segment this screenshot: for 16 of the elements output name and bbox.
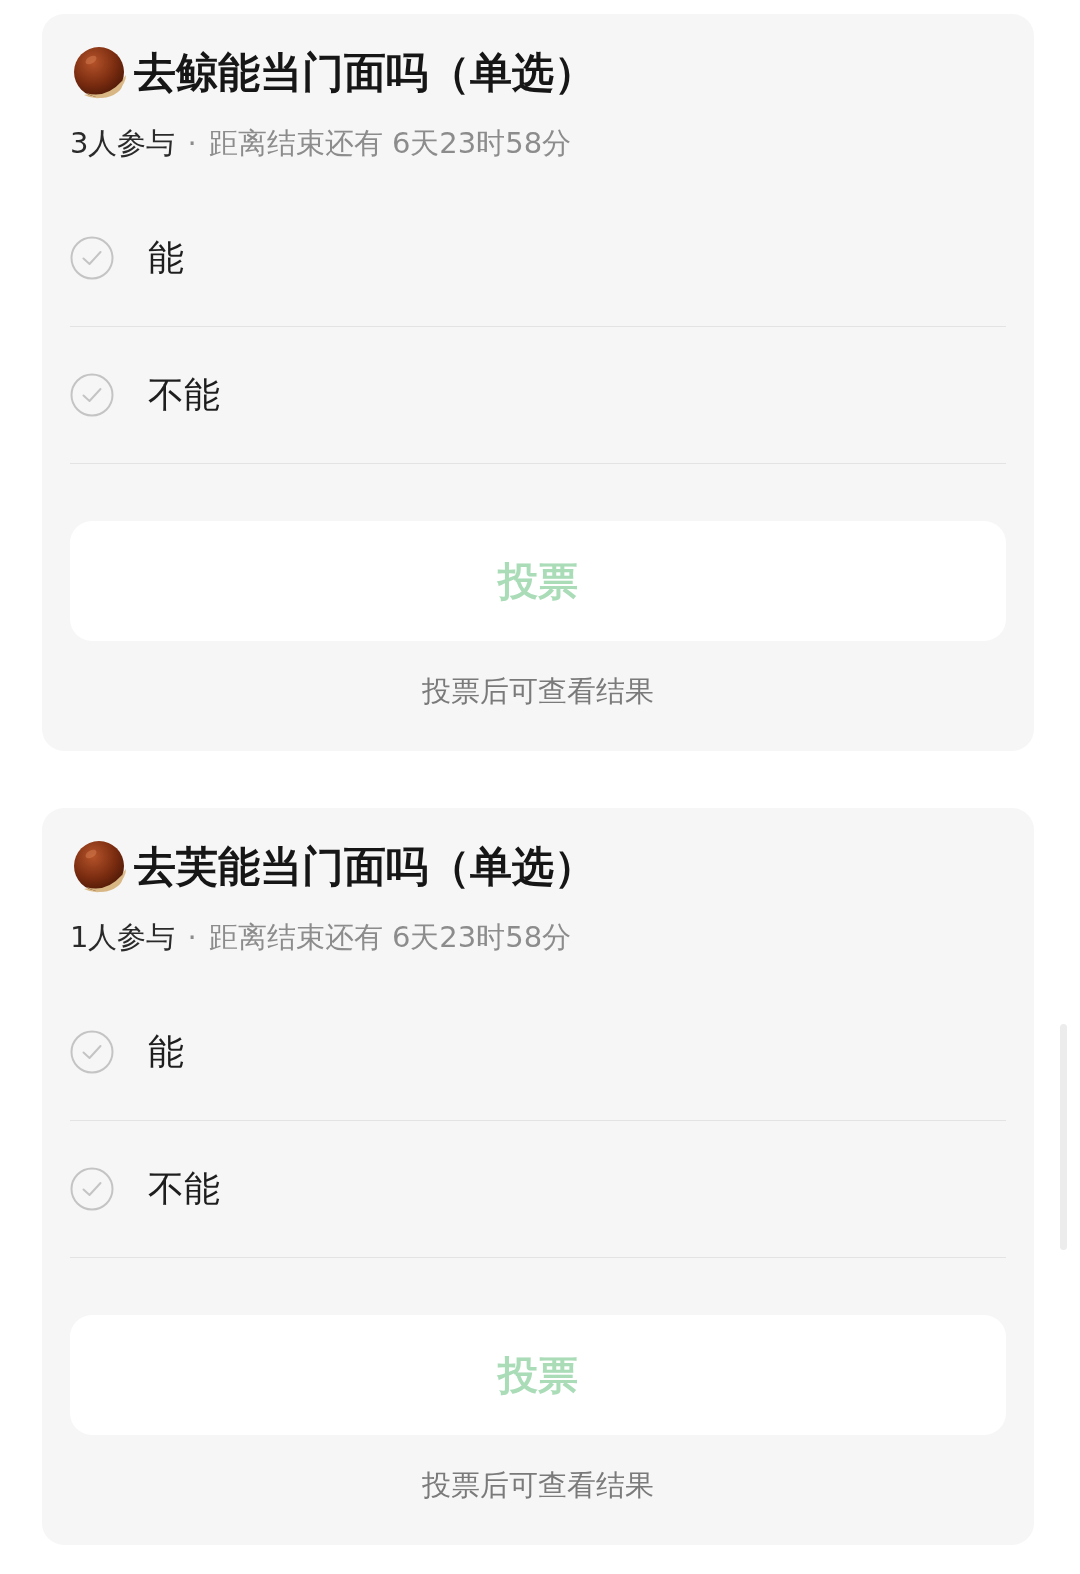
result-hint: 投票后可查看结果 (422, 673, 654, 710)
poll-option[interactable]: 能 (70, 190, 1006, 327)
poll-title: 去芙能当门面吗（单选） (134, 841, 596, 893)
poll-option[interactable]: 不能 (70, 327, 1006, 464)
countdown-text: 距离结束还有 6天23时58分 (208, 919, 572, 956)
countdown-text: 距离结束还有 6天23时58分 (208, 125, 572, 162)
participant-count: 3人参与 (70, 125, 176, 162)
chestnut-icon (72, 45, 128, 101)
participant-count: 1人参与 (70, 919, 176, 956)
result-hint: 投票后可查看结果 (422, 1467, 654, 1504)
separator-dot: · (187, 919, 197, 956)
poll-option[interactable]: 能 (70, 984, 1006, 1121)
separator-dot: · (187, 125, 197, 162)
poll-option[interactable]: 不能 (70, 1121, 1006, 1258)
chestnut-icon (72, 839, 128, 895)
poll-title: 去鲸能当门面吗（单选） (134, 47, 596, 99)
